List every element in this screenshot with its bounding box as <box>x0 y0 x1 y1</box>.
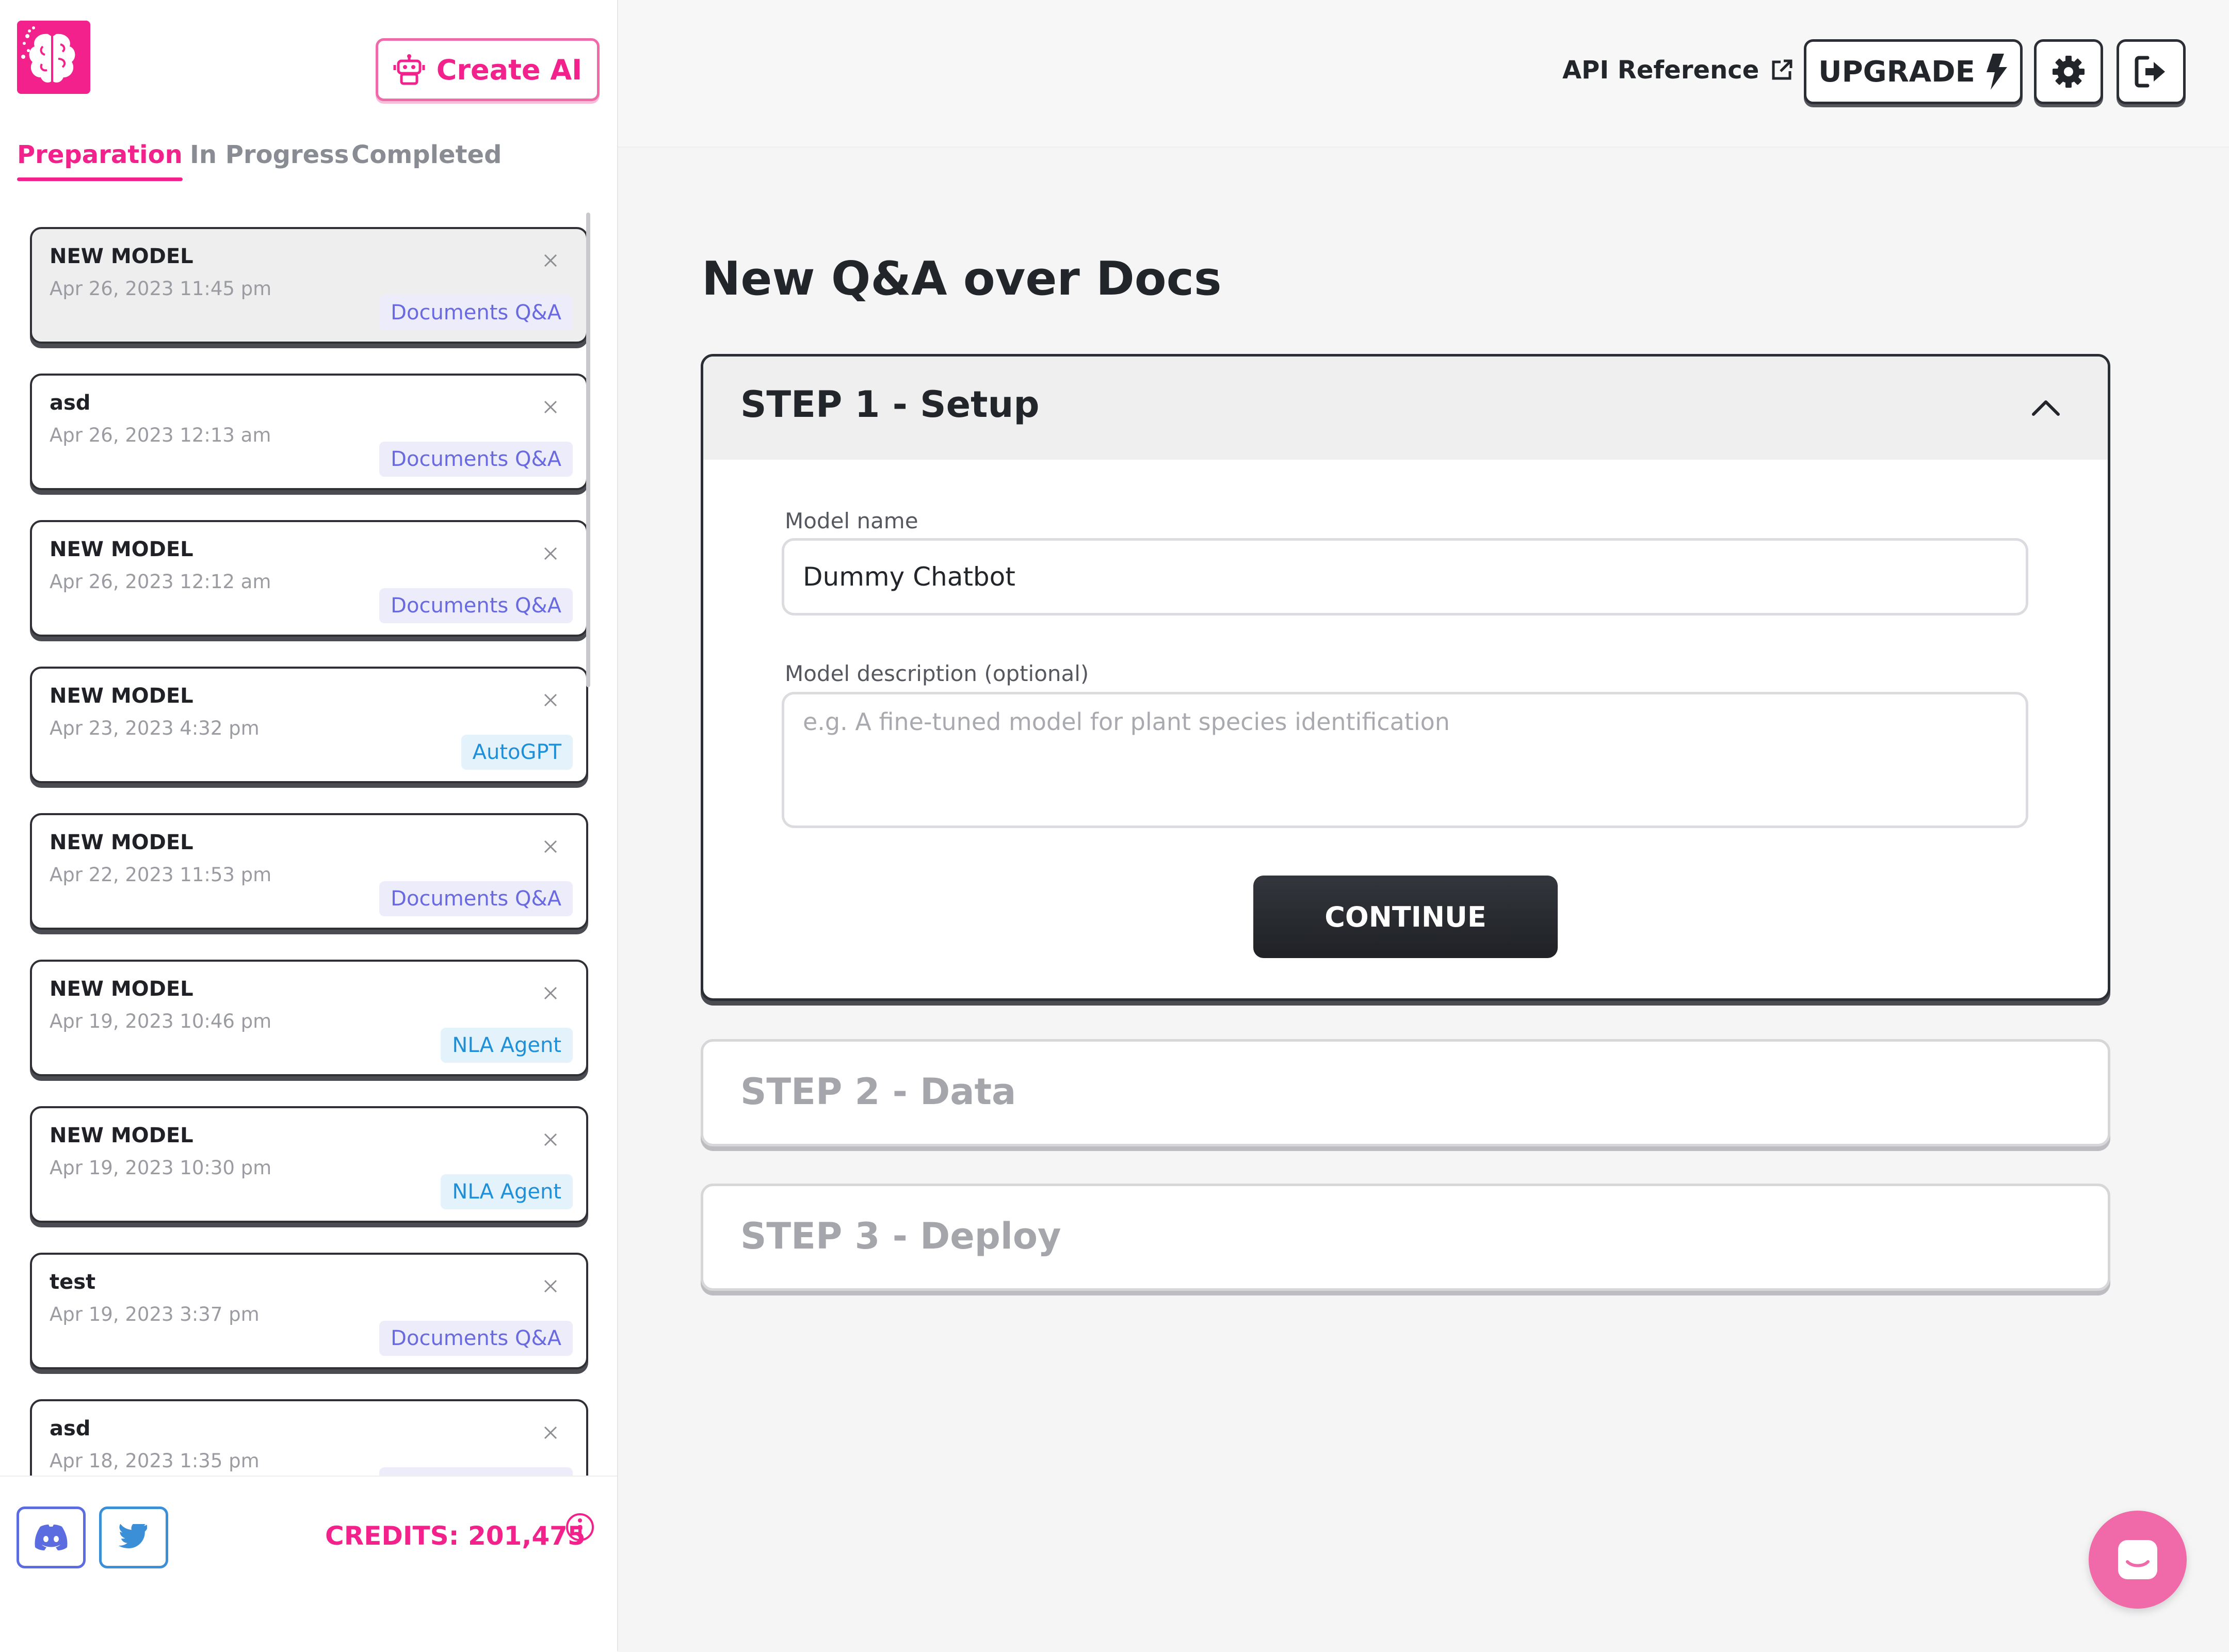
model-description-input[interactable] <box>782 692 2028 828</box>
step-1-title: STEP 1 - Setup <box>740 383 1040 426</box>
twitter-button[interactable] <box>99 1507 168 1568</box>
step-3-title: STEP 3 - Deploy <box>740 1215 1061 1257</box>
step-2-title: STEP 2 - Data <box>740 1071 1016 1113</box>
brain-circuit-icon <box>21 26 75 83</box>
model-card[interactable]: NEW MODEL Apr 19, 2023 10:46 pm NLA Agen… <box>30 960 588 1076</box>
api-reference-link[interactable]: API Reference <box>1562 56 1794 85</box>
twitter-icon <box>118 1524 148 1549</box>
model-type-badge: Documents Q&A <box>379 881 573 916</box>
model-card-title: NEW MODEL <box>50 684 193 708</box>
model-card-title: asd <box>50 391 91 415</box>
model-card[interactable]: test Apr 19, 2023 3:37 pm Documents Q&A <box>30 1253 588 1369</box>
close-icon[interactable] <box>542 545 559 562</box>
top-header: API Reference UPGRADE <box>618 0 2229 148</box>
tab-in-progress[interactable]: In Progress <box>190 140 349 169</box>
upgrade-label: UPGRADE <box>1818 55 1975 89</box>
model-card-date: Apr 26, 2023 11:45 pm <box>50 278 272 300</box>
model-card[interactable]: asd Apr 26, 2023 12:13 am Documents Q&A <box>30 374 588 490</box>
model-type-badge: Documents Q&A <box>379 295 573 330</box>
close-icon[interactable] <box>542 1277 559 1295</box>
robot-icon <box>393 54 425 85</box>
model-card-date: Apr 19, 2023 3:37 pm <box>50 1303 260 1325</box>
model-type-badge: Documents Q&A <box>379 1321 573 1356</box>
step-3-panel[interactable]: STEP 3 - Deploy <box>701 1184 2110 1291</box>
info-icon[interactable] <box>564 1512 595 1543</box>
tab-completed[interactable]: Completed <box>351 140 502 169</box>
close-icon[interactable] <box>542 398 559 416</box>
close-icon[interactable] <box>542 838 559 855</box>
api-reference-label: API Reference <box>1562 56 1759 85</box>
model-type-badge: Documents Q&A <box>379 588 573 623</box>
model-type-badge: NLA Agent <box>441 1174 573 1209</box>
step-2-panel[interactable]: STEP 2 - Data <box>701 1039 2110 1146</box>
close-icon[interactable] <box>542 252 559 269</box>
discord-button[interactable] <box>17 1507 86 1568</box>
step-1-panel: STEP 1 - Setup Model name Model descript… <box>701 354 2110 1001</box>
model-card-date: Apr 26, 2023 12:13 am <box>50 424 271 446</box>
model-name-label: Model name <box>785 508 918 533</box>
sidebar: Create AI Preparation In Progress Comple… <box>0 0 618 1652</box>
model-card-date: Apr 19, 2023 10:46 pm <box>50 1010 272 1032</box>
model-card[interactable]: NEW MODEL Apr 26, 2023 11:45 pm Document… <box>30 227 588 344</box>
model-list: NEW MODEL Apr 26, 2023 11:45 pm Document… <box>30 227 592 1476</box>
close-icon[interactable] <box>542 1131 559 1148</box>
model-card[interactable]: NEW MODEL Apr 26, 2023 12:12 am Document… <box>30 520 588 637</box>
continue-button[interactable]: CONTINUE <box>1253 876 1558 958</box>
model-card-date: Apr 18, 2023 1:35 pm <box>50 1450 260 1472</box>
create-ai-button[interactable]: Create AI <box>376 38 600 101</box>
model-card[interactable]: NEW MODEL Apr 19, 2023 10:30 pm NLA Agen… <box>30 1106 588 1223</box>
upgrade-button[interactable]: UPGRADE <box>1804 39 2023 104</box>
model-card-date: Apr 26, 2023 12:12 am <box>50 571 271 593</box>
lightning-icon <box>1986 54 2007 90</box>
model-card[interactable]: asd Apr 18, 2023 1:35 pm Documents Q&A <box>30 1399 588 1476</box>
model-card-title: NEW MODEL <box>50 1124 193 1147</box>
model-name-input[interactable] <box>782 538 2028 616</box>
model-card-title: test <box>50 1270 96 1294</box>
step-1-header[interactable]: STEP 1 - Setup <box>703 357 2108 460</box>
logout-button[interactable] <box>2117 39 2186 104</box>
model-description-label: Model description (optional) <box>785 661 1089 686</box>
create-ai-label: Create AI <box>436 53 583 86</box>
chat-launcher-button[interactable] <box>2089 1511 2187 1609</box>
model-card-title: NEW MODEL <box>50 538 193 561</box>
external-link-icon <box>1772 59 1792 80</box>
model-card-title: NEW MODEL <box>50 831 193 854</box>
model-card-title: asd <box>50 1417 91 1440</box>
close-icon[interactable] <box>542 1424 559 1442</box>
credits-balance: CREDITS: 201,475 <box>325 1521 586 1551</box>
gear-icon <box>2053 56 2085 88</box>
model-type-badge: AutoGPT <box>461 735 573 770</box>
sidebar-footer: CREDITS: 201,475 <box>0 1476 617 1652</box>
model-card-title: NEW MODEL <box>50 245 193 268</box>
page-title: New Q&A over Docs <box>702 252 1222 306</box>
chevron-up-icon[interactable] <box>2030 393 2061 424</box>
settings-button[interactable] <box>2034 39 2103 104</box>
model-type-badge: NLA Agent <box>441 1028 573 1063</box>
list-scrollbar[interactable] <box>586 213 590 687</box>
model-card-date: Apr 23, 2023 4:32 pm <box>50 717 260 739</box>
model-card-date: Apr 19, 2023 10:30 pm <box>50 1157 272 1179</box>
model-type-badge: Documents Q&A <box>379 442 573 477</box>
app-logo[interactable] <box>17 21 90 94</box>
tab-preparation[interactable]: Preparation <box>17 140 183 181</box>
model-card[interactable]: NEW MODEL Apr 22, 2023 11:53 pm Document… <box>30 813 588 930</box>
discord-icon <box>35 1525 68 1550</box>
model-card-date: Apr 22, 2023 11:53 pm <box>50 864 272 886</box>
logout-icon <box>2135 56 2165 88</box>
model-type-badge: Documents Q&A <box>379 1467 573 1476</box>
close-icon[interactable] <box>542 691 559 709</box>
close-icon[interactable] <box>542 984 559 1002</box>
chat-icon <box>2118 1540 2157 1579</box>
model-card-title: NEW MODEL <box>50 977 193 1001</box>
model-card[interactable]: NEW MODEL Apr 23, 2023 4:32 pm AutoGPT <box>30 667 588 783</box>
